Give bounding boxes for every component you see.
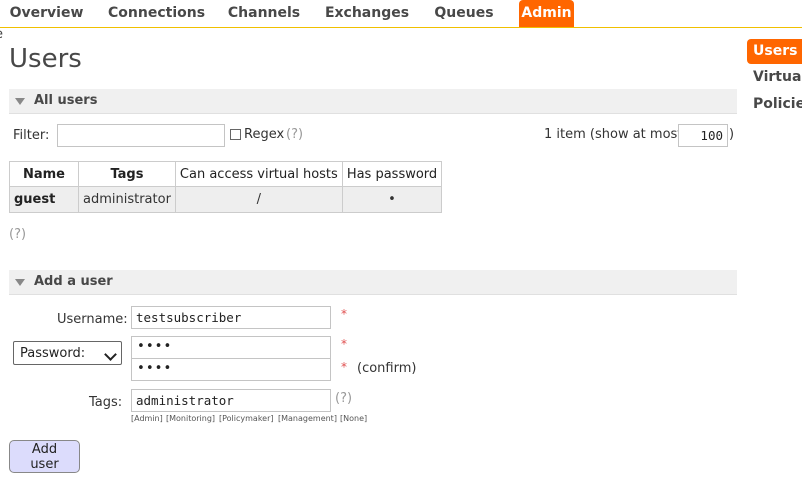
section-title: Add a user <box>34 274 113 289</box>
column-header-vhosts: Can access virtual hosts <box>174 161 343 187</box>
tag-shortcut-admin[interactable]: [Admin] <box>131 414 163 423</box>
table-row[interactable]: guest administrator / • <box>9 186 443 213</box>
tab-exchanges[interactable]: Exchanges <box>324 0 410 27</box>
page-title: Users <box>9 44 82 74</box>
username-input[interactable] <box>131 306 331 329</box>
regex-label: Regex <box>244 127 285 142</box>
users-table: Name Tags Can access virtual hosts Has p… <box>9 161 443 213</box>
required-marker: * <box>341 337 347 351</box>
chevron-down-icon <box>104 348 117 361</box>
required-marker: * <box>341 307 347 321</box>
all-users-section-header[interactable]: All users <box>9 89 737 114</box>
tag-shortcut-monitoring[interactable]: [Monitoring] <box>166 414 215 423</box>
tab-admin[interactable]: Admin <box>519 0 574 27</box>
column-header-name[interactable]: Name <box>9 161 79 187</box>
required-marker: * <box>341 360 347 374</box>
user-vhosts: / <box>174 186 343 213</box>
password-mask: •••• <box>137 339 173 354</box>
user-tags: administrator <box>78 186 176 213</box>
tags-label: Tags: <box>89 395 123 410</box>
user-name-link[interactable]: guest <box>9 186 79 213</box>
filter-input[interactable] <box>57 124 225 147</box>
filter-label: Filter: <box>13 128 50 143</box>
regex-help-link[interactable]: (?) <box>286 127 303 142</box>
column-header-tags[interactable]: Tags <box>78 161 176 187</box>
sidebar-item-virtual-hosts[interactable]: Virtual <box>753 69 802 85</box>
tags-input[interactable] <box>131 389 331 412</box>
column-header-has-password: Has password <box>341 161 443 187</box>
item-count-close: ) <box>729 127 735 142</box>
add-user-section-header[interactable]: Add a user <box>9 270 737 295</box>
add-user-button[interactable]: Add user <box>9 440 80 473</box>
select-value: Password: <box>20 346 86 361</box>
tab-queues[interactable]: Queues <box>432 0 496 27</box>
sidebar-item-users[interactable]: Users <box>747 39 802 64</box>
tag-shortcut-policymaker[interactable]: [Policymaker] <box>219 414 274 423</box>
collapse-triangle-icon <box>15 98 25 105</box>
top-navigation: Overview Connections Channels Exchanges … <box>0 0 802 28</box>
tag-shortcut-management[interactable]: [Management] <box>278 414 337 423</box>
password-input[interactable]: •••• <box>131 336 331 359</box>
table-header-row: Name Tags Can access virtual hosts Has p… <box>9 161 443 187</box>
has-password-dot: • <box>341 186 443 213</box>
section-title: All users <box>34 93 98 108</box>
item-count-label: 1 item (show at most <box>544 127 683 142</box>
clipped-text-fragment: e <box>0 27 3 42</box>
page-size-input[interactable] <box>678 124 728 147</box>
collapse-triangle-icon <box>15 279 25 286</box>
tags-help-link[interactable]: (?) <box>335 391 352 406</box>
regex-checkbox[interactable] <box>230 129 241 140</box>
password-confirm-input[interactable]: •••• <box>131 358 331 381</box>
password-type-select[interactable]: Password: <box>13 341 122 365</box>
sidebar-item-policies[interactable]: Policies <box>753 96 802 112</box>
confirm-label: (confirm) <box>357 361 417 376</box>
tab-overview[interactable]: Overview <box>8 0 85 27</box>
table-help-link[interactable]: (?) <box>9 227 26 242</box>
tab-connections[interactable]: Connections <box>108 0 205 27</box>
tab-channels[interactable]: Channels <box>226 0 302 27</box>
username-label: Username: <box>57 312 128 327</box>
tag-shortcut-none[interactable]: [None] <box>340 414 367 423</box>
password-mask: •••• <box>137 361 173 376</box>
